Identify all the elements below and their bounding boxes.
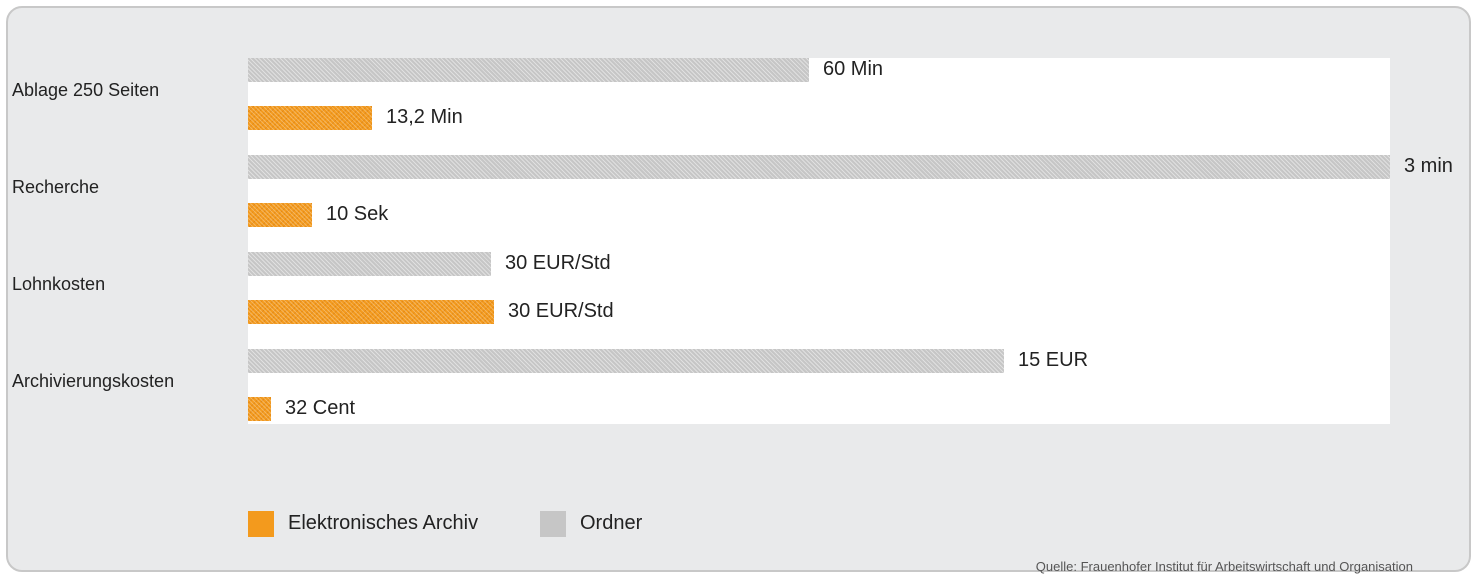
bar-elektronisch-recherche (248, 203, 312, 227)
source-note: Quelle: Frauenhofer Institut für Arbeits… (1035, 559, 1413, 574)
category-label-ablage-250-seiten: Ablage 250 Seiten (12, 80, 160, 100)
bar-elektronisch-archivierungskosten (248, 397, 271, 421)
value-label-ordner-recherche: 3 min (1404, 155, 1453, 177)
bar-ordner-lohnkosten (248, 252, 491, 276)
legend-label-elektronisches-archiv: Elektronisches Archiv (288, 512, 479, 534)
legend-swatch-ordner (540, 511, 566, 537)
bar-elektronisch-ablage-250-seiten (248, 106, 372, 130)
legend-swatch-elektronisches-archiv (248, 511, 274, 537)
value-label-ordner-ablage-250-seiten: 60 Min (823, 58, 884, 80)
value-label-elektronisch-recherche: 10 Sek (326, 203, 389, 225)
category-label-lohnkosten: Lohnkosten (12, 274, 106, 294)
category-label-archivierungskosten: Archivierungskosten (12, 371, 175, 391)
bar-ordner-archivierungskosten (248, 349, 1004, 373)
value-label-elektronisch-lohnkosten: 30 EUR/Std (508, 300, 614, 322)
legend-label-ordner: Ordner (580, 512, 643, 534)
value-label-elektronisch-archivierungskosten: 32 Cent (285, 397, 356, 419)
category-label-recherche: Recherche (12, 177, 100, 197)
value-label-elektronisch-ablage-250-seiten: 13,2 Min (386, 106, 463, 128)
value-label-ordner-lohnkosten: 30 EUR/Std (505, 252, 611, 274)
bar-ordner-recherche (248, 155, 1390, 179)
bar-ordner-ablage-250-seiten (248, 58, 809, 82)
bar-elektronisch-lohnkosten (248, 300, 494, 324)
value-label-ordner-archivierungskosten: 15 EUR (1018, 349, 1089, 371)
